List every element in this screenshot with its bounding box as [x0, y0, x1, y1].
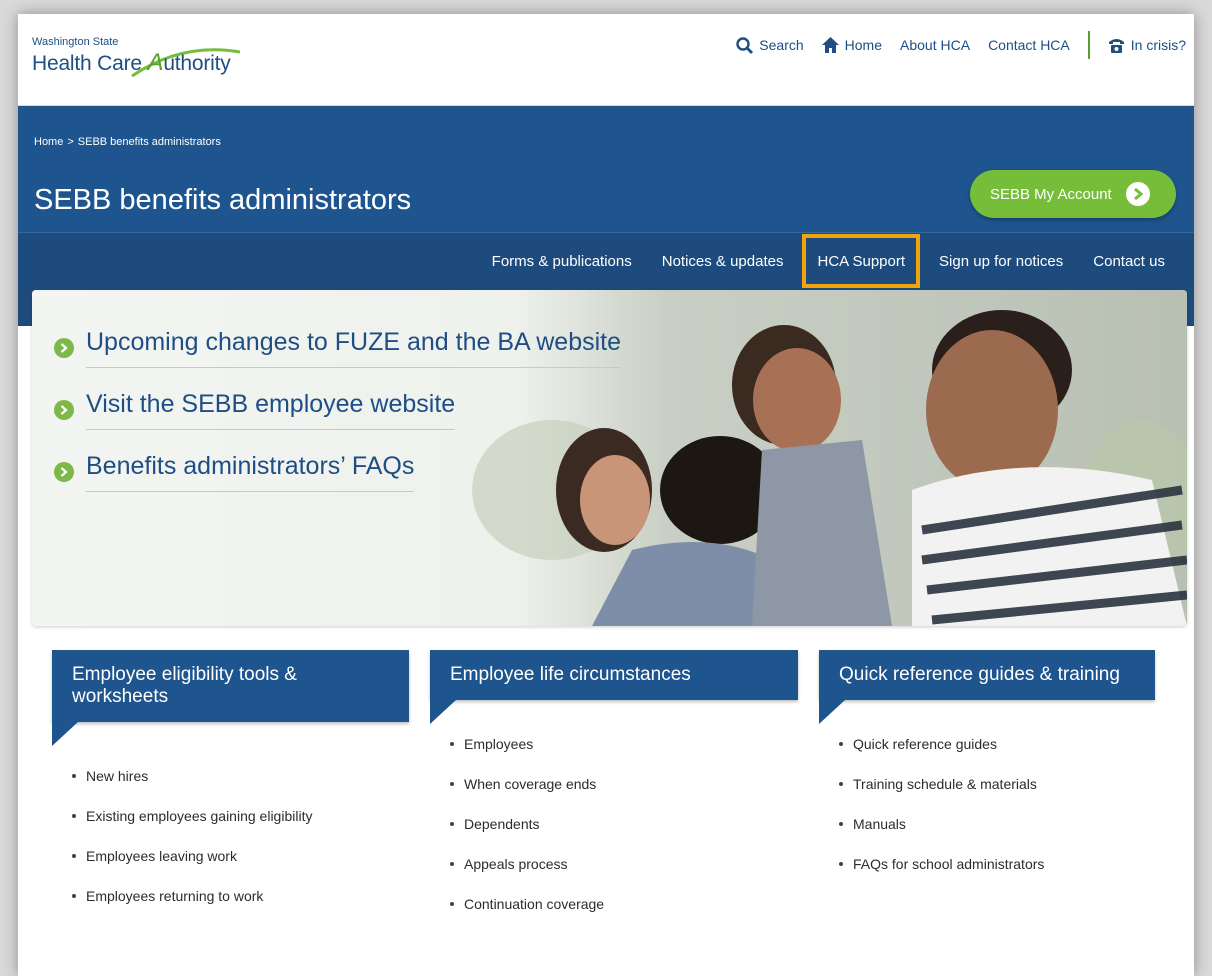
list-item[interactable]: When coverage ends — [450, 776, 798, 792]
chevron-circle-icon — [54, 338, 74, 358]
list-item[interactable]: Manuals — [839, 816, 1155, 832]
column-life-circumstances: Employee life circumstances Employees Wh… — [430, 650, 798, 936]
list-item[interactable]: New hires — [72, 768, 409, 784]
hero-link-ba-faqs[interactable]: Benefits administrators’ FAQs — [54, 452, 614, 492]
nav-contact-us[interactable]: Contact us — [1078, 233, 1180, 289]
chevron-circle-icon — [54, 462, 74, 482]
link-list: New hires Existing employees gaining eli… — [52, 768, 409, 904]
hca-logo[interactable]: Washington State Health Care Authority — [32, 36, 252, 84]
utility-header: Washington State Health Care Authority S… — [18, 14, 1194, 106]
contact-hca-link[interactable]: Contact HCA — [988, 37, 1070, 53]
column-reference-guides: Quick reference guides & training Quick … — [819, 650, 1155, 896]
page-header: Home > SEBB benefits administrators SEBB… — [18, 106, 1194, 232]
sebb-my-account-button[interactable]: SEBB My Account — [970, 170, 1176, 218]
list-item[interactable]: Continuation coverage — [450, 896, 798, 912]
list-item[interactable]: Appeals process — [450, 856, 798, 872]
search-link[interactable]: Search — [736, 36, 804, 54]
search-icon — [736, 36, 754, 54]
list-item[interactable]: Employees returning to work — [72, 888, 409, 904]
chevron-right-icon — [1125, 182, 1150, 206]
chevron-circle-icon — [54, 400, 74, 420]
link-list: Employees When coverage ends Dependents … — [430, 736, 798, 912]
breadcrumb-home[interactable]: Home — [34, 136, 63, 148]
breadcrumb-separator: > — [67, 136, 74, 148]
home-link[interactable]: Home — [821, 37, 882, 53]
nav-notices-updates[interactable]: Notices & updates — [647, 233, 799, 289]
nav-hca-support[interactable]: HCA Support — [802, 234, 921, 288]
breadcrumb: Home > SEBB benefits administrators — [34, 136, 221, 148]
nav-forms-publications[interactable]: Forms & publications — [477, 233, 647, 289]
list-item[interactable]: Dependents — [450, 816, 798, 832]
browser-viewport: Washington State Health Care Authority S… — [18, 14, 1194, 976]
list-item[interactable]: Employees leaving work — [72, 848, 409, 864]
hero-link-fuze-changes[interactable]: Upcoming changes to FUZE and the BA webs… — [54, 328, 622, 368]
link-list: Quick reference guides Training schedule… — [819, 736, 1155, 872]
list-item[interactable]: Training schedule & materials — [839, 776, 1155, 792]
hero-banner: Upcoming changes to FUZE and the BA webs… — [32, 290, 1187, 626]
column-eligibility-tools: Employee eligibility tools & worksheets … — [52, 650, 409, 928]
hero-link-employee-website[interactable]: Visit the SEBB employee website — [54, 390, 614, 430]
breadcrumb-current: SEBB benefits administrators — [77, 136, 221, 148]
main-nav: Forms & publications Notices & updates H… — [18, 232, 1194, 288]
list-item[interactable]: FAQs for school administrators — [839, 856, 1155, 872]
utility-nav: Search Home About HCA Contact HCA In cri… — [736, 31, 1186, 59]
hero-link-list: Upcoming changes to FUZE and the BA webs… — [54, 328, 622, 514]
nav-sign-up-notices[interactable]: Sign up for notices — [924, 233, 1078, 289]
phone-icon — [1108, 39, 1124, 53]
page-title: SEBB benefits administrators — [34, 184, 412, 216]
in-crisis-link[interactable]: In crisis? — [1108, 37, 1186, 53]
column-heading: Employee life circumstances — [430, 650, 798, 724]
column-heading: Employee eligibility tools & worksheets — [52, 650, 409, 746]
list-item[interactable]: Employees — [450, 736, 798, 752]
list-item[interactable]: Quick reference guides — [839, 736, 1155, 752]
list-item[interactable]: Existing employees gaining eligibility — [72, 808, 409, 824]
home-icon — [821, 37, 839, 53]
logo-agency-text: Health Care Authority — [32, 49, 231, 76]
about-hca-link[interactable]: About HCA — [900, 37, 970, 53]
column-heading: Quick reference guides & training — [819, 650, 1155, 724]
utility-divider — [1087, 31, 1090, 59]
